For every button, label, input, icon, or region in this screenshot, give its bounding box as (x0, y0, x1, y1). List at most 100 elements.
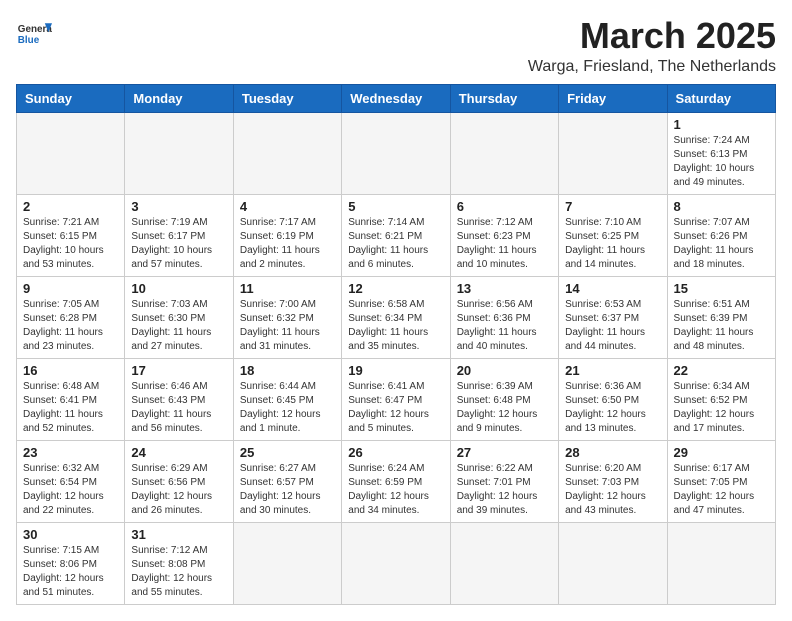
week-row-3: 9 Sunrise: 7:05 AM Sunset: 6:28 PM Daylig… (17, 276, 776, 358)
week-row-5: 23Sunrise: 6:32 AM Sunset: 6:54 PM Dayli… (17, 440, 776, 522)
day-cell: 6Sunrise: 7:12 AM Sunset: 6:23 PM Daylig… (450, 194, 558, 276)
weekday-header-monday: Monday (125, 84, 233, 112)
day-info: Sunrise: 6:53 AM Sunset: 6:37 PM Dayligh… (565, 298, 660, 354)
day-info: Sunrise: 7:21 AM Sunset: 6:15 PM Dayligh… (23, 216, 118, 272)
day-cell (125, 112, 233, 194)
logo-icon: General Blue (16, 16, 52, 52)
day-number: 27 (457, 445, 552, 460)
weekday-header-wednesday: Wednesday (342, 84, 450, 112)
day-number: 12 (348, 281, 443, 296)
day-info: Sunrise: 6:36 AM Sunset: 6:50 PM Dayligh… (565, 380, 660, 436)
day-info: Sunrise: 7:07 AM Sunset: 6:26 PM Dayligh… (674, 216, 769, 272)
day-info: Sunrise: 6:22 AM Sunset: 7:01 PM Dayligh… (457, 462, 552, 518)
day-number: 8 (674, 199, 769, 214)
calendar-table: SundayMondayTuesdayWednesdayThursdayFrid… (16, 84, 776, 605)
day-cell: 7Sunrise: 7:10 AM Sunset: 6:25 PM Daylig… (559, 194, 667, 276)
day-cell: 30 Sunrise: 7:15 AM Sunset: 8:06 PM Dayli… (17, 522, 125, 604)
day-number: 28 (565, 445, 660, 460)
day-number: 31 (131, 527, 226, 542)
day-cell: 26 Sunrise: 6:24 AM Sunset: 6:59 PM Dayli… (342, 440, 450, 522)
day-info: Sunrise: 6:39 AM Sunset: 6:48 PM Dayligh… (457, 380, 552, 436)
day-number: 5 (348, 199, 443, 214)
day-info: Sunrise: 6:17 AM Sunset: 7:05 PM Dayligh… (674, 462, 769, 518)
day-info: Sunrise: 6:46 AM Sunset: 6:43 PM Dayligh… (131, 380, 226, 436)
month-title: March 2025 (528, 16, 776, 56)
day-cell (342, 112, 450, 194)
day-cell: 27 Sunrise: 6:22 AM Sunset: 7:01 PM Dayli… (450, 440, 558, 522)
day-number: 22 (674, 363, 769, 378)
day-number: 9 (23, 281, 118, 296)
day-number: 21 (565, 363, 660, 378)
day-cell: 19 Sunrise: 6:41 AM Sunset: 6:47 PM Dayli… (342, 358, 450, 440)
day-cell: 10Sunrise: 7:03 AM Sunset: 6:30 PM Dayli… (125, 276, 233, 358)
day-cell: 28 Sunrise: 6:20 AM Sunset: 7:03 PM Dayli… (559, 440, 667, 522)
location-subtitle: Warga, Friesland, The Netherlands (528, 58, 776, 76)
day-info: Sunrise: 7:12 AM Sunset: 8:08 PM Dayligh… (131, 544, 226, 600)
svg-text:Blue: Blue (18, 35, 40, 46)
day-number: 4 (240, 199, 335, 214)
day-cell: 16 Sunrise: 6:48 AM Sunset: 6:41 PM Dayli… (17, 358, 125, 440)
title-block: March 2025 Warga, Friesland, The Netherl… (528, 16, 776, 76)
day-info: Sunrise: 6:41 AM Sunset: 6:47 PM Dayligh… (348, 380, 443, 436)
day-info: Sunrise: 7:05 AM Sunset: 6:28 PM Dayligh… (23, 298, 118, 354)
day-number: 30 (23, 527, 118, 542)
page-header: General Blue March 2025 Warga, Friesland… (16, 16, 776, 76)
day-number: 25 (240, 445, 335, 460)
day-info: Sunrise: 6:29 AM Sunset: 6:56 PM Dayligh… (131, 462, 226, 518)
day-info: Sunrise: 6:44 AM Sunset: 6:45 PM Dayligh… (240, 380, 335, 436)
day-info: Sunrise: 7:12 AM Sunset: 6:23 PM Dayligh… (457, 216, 552, 272)
day-info: Sunrise: 6:58 AM Sunset: 6:34 PM Dayligh… (348, 298, 443, 354)
day-number: 24 (131, 445, 226, 460)
day-info: Sunrise: 6:48 AM Sunset: 6:41 PM Dayligh… (23, 380, 118, 436)
week-row-4: 16 Sunrise: 6:48 AM Sunset: 6:41 PM Dayli… (17, 358, 776, 440)
weekday-header-friday: Friday (559, 84, 667, 112)
day-number: 2 (23, 199, 118, 214)
day-cell (450, 112, 558, 194)
day-cell: 20Sunrise: 6:39 AM Sunset: 6:48 PM Dayli… (450, 358, 558, 440)
day-info: Sunrise: 7:15 AM Sunset: 8:06 PM Dayligh… (23, 544, 118, 600)
day-cell: 22Sunrise: 6:34 AM Sunset: 6:52 PM Dayli… (667, 358, 775, 440)
week-row-6: 30 Sunrise: 7:15 AM Sunset: 8:06 PM Dayli… (17, 522, 776, 604)
day-number: 16 (23, 363, 118, 378)
day-cell: 21 Sunrise: 6:36 AM Sunset: 6:50 PM Dayli… (559, 358, 667, 440)
day-number: 14 (565, 281, 660, 296)
weekday-header-thursday: Thursday (450, 84, 558, 112)
day-number: 13 (457, 281, 552, 296)
day-number: 18 (240, 363, 335, 378)
day-info: Sunrise: 6:24 AM Sunset: 6:59 PM Dayligh… (348, 462, 443, 518)
day-cell: 12 Sunrise: 6:58 AM Sunset: 6:34 PM Dayli… (342, 276, 450, 358)
day-number: 19 (348, 363, 443, 378)
day-info: Sunrise: 7:00 AM Sunset: 6:32 PM Dayligh… (240, 298, 335, 354)
logo: General Blue (16, 16, 52, 52)
day-cell: 9 Sunrise: 7:05 AM Sunset: 6:28 PM Daylig… (17, 276, 125, 358)
day-info: Sunrise: 7:14 AM Sunset: 6:21 PM Dayligh… (348, 216, 443, 272)
day-cell: 15 Sunrise: 6:51 AM Sunset: 6:39 PM Dayli… (667, 276, 775, 358)
day-cell: 18 Sunrise: 6:44 AM Sunset: 6:45 PM Dayli… (233, 358, 341, 440)
day-info: Sunrise: 6:51 AM Sunset: 6:39 PM Dayligh… (674, 298, 769, 354)
day-cell (233, 522, 341, 604)
day-cell: 11Sunrise: 7:00 AM Sunset: 6:32 PM Dayli… (233, 276, 341, 358)
day-cell: 1Sunrise: 7:24 AM Sunset: 6:13 PM Daylig… (667, 112, 775, 194)
day-number: 17 (131, 363, 226, 378)
day-cell (667, 522, 775, 604)
week-row-2: 2 Sunrise: 7:21 AM Sunset: 6:15 PM Daylig… (17, 194, 776, 276)
day-number: 3 (131, 199, 226, 214)
day-cell: 24 Sunrise: 6:29 AM Sunset: 6:56 PM Dayli… (125, 440, 233, 522)
day-info: Sunrise: 6:20 AM Sunset: 7:03 PM Dayligh… (565, 462, 660, 518)
day-number: 29 (674, 445, 769, 460)
day-info: Sunrise: 6:56 AM Sunset: 6:36 PM Dayligh… (457, 298, 552, 354)
day-number: 10 (131, 281, 226, 296)
day-info: Sunrise: 7:17 AM Sunset: 6:19 PM Dayligh… (240, 216, 335, 272)
day-cell: 17 Sunrise: 6:46 AM Sunset: 6:43 PM Dayli… (125, 358, 233, 440)
day-cell: 25Sunrise: 6:27 AM Sunset: 6:57 PM Dayli… (233, 440, 341, 522)
week-row-1: 1Sunrise: 7:24 AM Sunset: 6:13 PM Daylig… (17, 112, 776, 194)
day-cell: 29 Sunrise: 6:17 AM Sunset: 7:05 PM Dayli… (667, 440, 775, 522)
day-cell (342, 522, 450, 604)
day-cell (559, 112, 667, 194)
weekday-header-saturday: Saturday (667, 84, 775, 112)
day-cell: 31 Sunrise: 7:12 AM Sunset: 8:08 PM Dayli… (125, 522, 233, 604)
day-number: 26 (348, 445, 443, 460)
day-number: 15 (674, 281, 769, 296)
day-cell: 2 Sunrise: 7:21 AM Sunset: 6:15 PM Daylig… (17, 194, 125, 276)
day-info: Sunrise: 7:19 AM Sunset: 6:17 PM Dayligh… (131, 216, 226, 272)
